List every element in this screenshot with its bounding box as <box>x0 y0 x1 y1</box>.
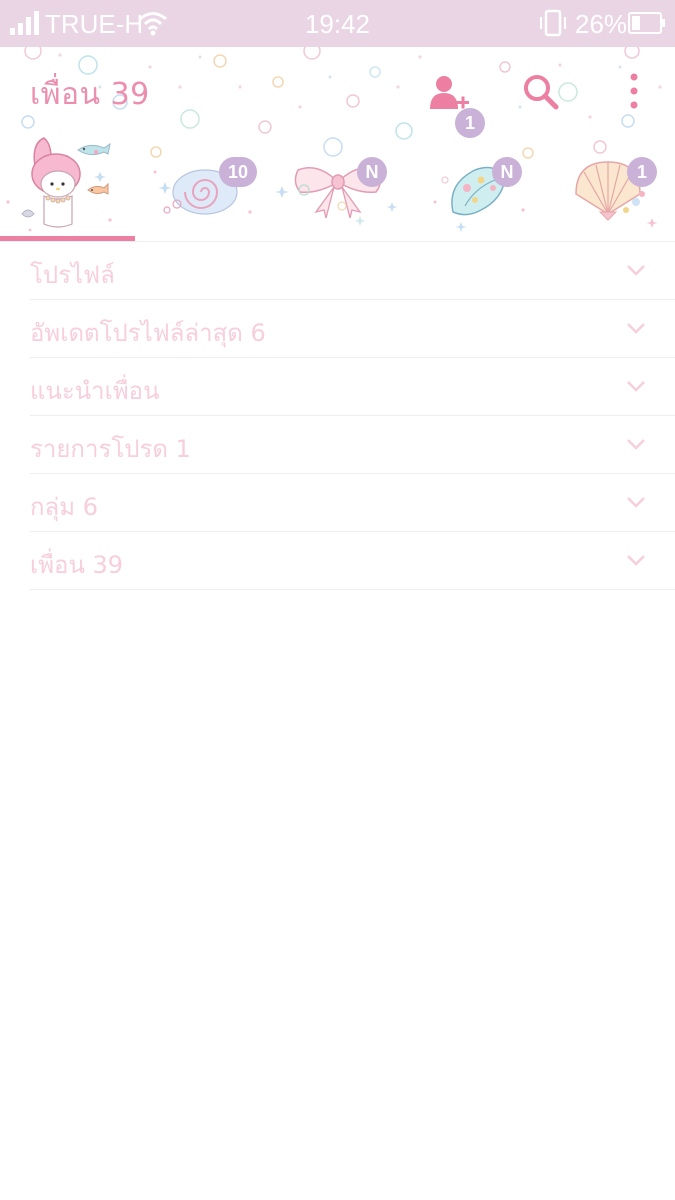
section-label: รายการโปรด 1 <box>30 435 191 463</box>
section-label: แนะนำเพื่อน <box>30 377 160 405</box>
section-profile-updates[interactable]: อัพเดตโปรไฟล์ล่าสุด 6 <box>30 300 675 358</box>
more-vert-icon <box>630 73 638 109</box>
tab-news-badge: N <box>492 157 522 187</box>
more-options-button[interactable] <box>624 71 644 113</box>
tab-timeline-badge: N <box>357 157 387 187</box>
vibrate-icon <box>540 9 566 37</box>
section-groups[interactable]: กลุ่ม 6 <box>30 474 675 532</box>
section-profile[interactable]: โปรไฟล์ <box>30 242 675 300</box>
section-label: เพื่อน 39 <box>30 551 124 579</box>
tab-chats-badge: 10 <box>219 157 257 187</box>
tab-chats[interactable] <box>135 132 270 242</box>
chevron-down-icon[interactable] <box>626 437 646 451</box>
tab-more[interactable] <box>540 132 675 242</box>
page-title: เพื่อน 39 <box>30 77 150 112</box>
chevron-down-icon[interactable] <box>626 263 646 277</box>
section-label: กลุ่ม 6 <box>30 493 98 521</box>
battery-percent: 26% <box>575 9 628 39</box>
tab-friends[interactable] <box>0 132 135 242</box>
ribbon-icon <box>275 167 398 226</box>
chevron-down-icon[interactable] <box>626 553 646 567</box>
chevron-down-icon[interactable] <box>626 321 646 335</box>
tab-news[interactable] <box>405 132 540 242</box>
search-icon <box>524 75 559 110</box>
chevron-down-icon[interactable] <box>626 379 646 393</box>
section-recommended-friends[interactable]: แนะนำเพื่อน <box>30 358 675 416</box>
tab-more-badge: 1 <box>627 157 657 187</box>
snail-shell-icon <box>153 169 252 215</box>
character-icon <box>6 137 112 232</box>
section-friends[interactable]: เพื่อน 39 <box>30 532 675 590</box>
section-label: อัพเดตโปรไฟล์ล่าสุด 6 <box>30 319 266 347</box>
clock: 19:42 <box>304 9 371 39</box>
status-bar: TRUE-H 19:42 26% <box>0 0 675 47</box>
friend-sections-list: โปรไฟล์ อัพเดตโปรไฟล์ล่าสุด 6 แนะนำเพื่อ… <box>0 242 675 590</box>
scallop-shell-icon <box>575 161 658 228</box>
chevron-down-icon[interactable] <box>626 495 646 509</box>
conch-shell-icon <box>433 166 525 232</box>
header: เพื่อน 39 1 10 N N 1 <box>0 47 675 242</box>
tab-timeline[interactable] <box>270 132 405 242</box>
search-button[interactable] <box>522 73 560 111</box>
battery-icon <box>628 12 665 34</box>
section-label: โปรไฟล์ <box>30 261 115 289</box>
section-favorites[interactable]: รายการโปรด 1 <box>30 416 675 474</box>
